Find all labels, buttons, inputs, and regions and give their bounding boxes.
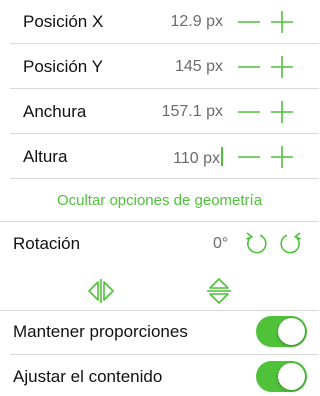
row-divider <box>10 88 319 89</box>
row-divider <box>10 43 319 44</box>
width-minus-button[interactable] <box>235 98 263 126</box>
height-field[interactable]: 110 px <box>173 147 223 169</box>
height-value: 110 px <box>173 150 220 167</box>
position-y-plus-button[interactable] <box>268 53 296 81</box>
height-plus-button[interactable] <box>268 143 296 171</box>
position-y-minus-button[interactable] <box>235 53 263 81</box>
geometry-panel: Posición X 12.9 px Posición Y 145 px Anc… <box>0 0 319 396</box>
position-x-minus-button[interactable] <box>235 8 263 36</box>
height-minus-button[interactable] <box>235 143 263 171</box>
rotation-value[interactable]: 0° <box>213 234 228 254</box>
row-divider <box>10 133 319 134</box>
position-x-label: Posición X <box>23 12 104 31</box>
rotate-left-icon[interactable] <box>243 230 269 256</box>
fit-content-label: Ajustar el contenido <box>13 367 163 386</box>
width-field[interactable]: 157.1 px <box>162 102 223 122</box>
row-divider <box>10 354 319 355</box>
position-y-field[interactable]: 145 px <box>175 57 223 77</box>
text-caret <box>221 147 223 166</box>
width-label: Anchura <box>23 102 87 121</box>
keep-proportions-toggle[interactable] <box>256 316 307 347</box>
position-x-field[interactable]: 12.9 px <box>171 12 223 32</box>
height-label: Altura <box>23 147 68 166</box>
width-row: Anchura 157.1 px <box>0 90 319 134</box>
position-y-row: Posición Y 145 px <box>0 45 319 89</box>
section-divider <box>0 221 319 222</box>
row-divider <box>10 178 319 179</box>
width-plus-button[interactable] <box>268 98 296 126</box>
flip-horizontal-icon[interactable] <box>86 276 116 306</box>
rotation-label: Rotación <box>13 234 81 253</box>
toggle-knob <box>278 318 305 345</box>
flip-vertical-icon[interactable] <box>204 276 234 306</box>
keep-proportions-label: Mantener proporciones <box>13 322 188 341</box>
position-x-plus-button[interactable] <box>268 8 296 36</box>
fit-content-toggle[interactable] <box>256 361 307 392</box>
hide-geometry-options-link[interactable]: Ocultar opciones de geometría <box>0 180 319 221</box>
toggle-knob <box>278 363 305 390</box>
rotate-right-icon[interactable] <box>278 230 304 256</box>
position-x-row: Posición X 12.9 px <box>0 0 319 44</box>
position-y-label: Posición Y <box>23 57 104 76</box>
section-divider <box>0 310 319 311</box>
height-row: Altura 110 px <box>0 135 319 179</box>
